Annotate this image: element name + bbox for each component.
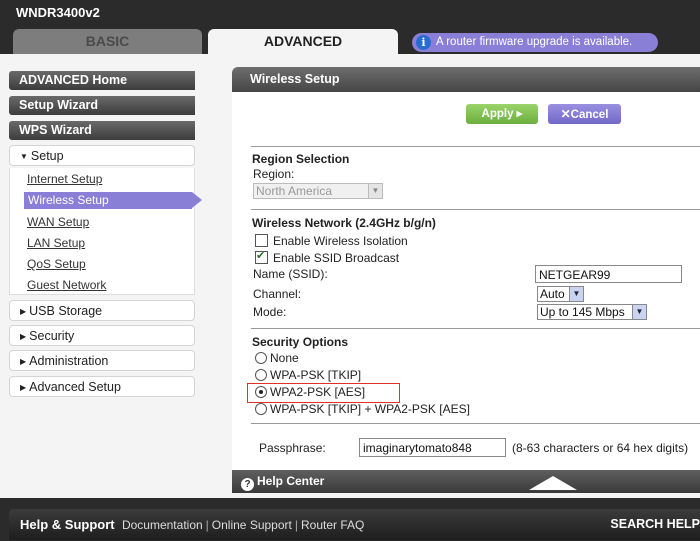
sidebar-item-label: Administration [29,354,109,368]
chevron-down-icon: ▼ [632,305,646,319]
security-radio-wpa-psk-tkip[interactable] [255,369,267,381]
passphrase-input[interactable]: imaginarytomato848 [359,438,506,457]
security-options-heading: Security Options [252,335,349,349]
divider [251,328,700,329]
ssid-label: Name (SSID): [253,267,328,281]
help-icon: ? [241,478,254,491]
divider [251,423,700,424]
mode-value: Up to 145 Mbps [540,305,625,319]
sidebar-subitem-lan-setup[interactable]: LAN Setup [27,236,85,250]
chevron-down-icon: ▼ [368,184,382,198]
region-heading: Region Selection [252,152,350,166]
sidebar-item-label: Setup [30,149,64,163]
mode-label: Mode: [253,305,287,319]
panel-title: Wireless Setup [232,67,700,92]
security-radio-wpa-wpa2-mixed[interactable] [255,403,267,415]
wireless-setup-panel: Wireless Setup Apply ▸ ✕Cancel Region Se… [232,67,700,493]
tab-basic[interactable]: BASIC [13,29,202,54]
sidebar-subitem-guest-network[interactable]: Guest Network [27,278,106,292]
expanded-triangle-icon: ▼ [20,152,28,161]
firmware-upgrade-notice[interactable]: i A router firmware upgrade is available. [412,33,658,52]
security-radio-none[interactable] [255,352,267,364]
help-center-bar[interactable]: ? Help Center [232,470,700,493]
sidebar-subitem-qos-setup[interactable]: QoS Setup [27,257,86,271]
region-label: Region: [253,167,295,181]
sidebar-item-label: Advanced Setup [29,380,121,394]
security-option-label: WPA2-PSK [AES] [270,385,366,399]
sidebar-item-administration[interactable]: ▶ Administration [9,350,195,371]
wireless-network-heading: Wireless Network (2.4GHz b/g/n) [252,216,436,230]
apply-button[interactable]: Apply ▸ [466,104,538,124]
sidebar-item-setup[interactable]: ▼ Setup [9,145,195,166]
sidebar-subitem-wireless-setup[interactable]: Wireless Setup [24,192,202,209]
router-model-name: WNDR3400v2 [16,5,100,20]
help-center-label: Help Center [257,474,325,488]
security-option-label: WPA-PSK [TKIP] + WPA2-PSK [AES] [270,402,470,416]
sidebar-item-setup-wizard[interactable]: Setup Wizard [9,96,195,115]
cancel-label: Cancel [570,109,609,121]
cancel-button[interactable]: ✕Cancel [548,104,621,124]
mode-select[interactable]: Up to 145 Mbps ▼ [537,304,647,320]
sidebar-item-advanced-setup[interactable]: ▶ Advanced Setup [9,376,195,397]
security-option-label: None [270,351,299,365]
channel-select[interactable]: Auto ▼ [537,286,584,302]
divider [251,209,700,210]
ssid-broadcast-label: Enable SSID Broadcast [273,251,400,265]
channel-value: Auto [540,287,565,301]
sidebar-item-label: USB Storage [29,304,103,318]
footer-link-router-faq[interactable]: Router FAQ [301,518,364,532]
search-help[interactable]: SEARCH HELP [610,509,700,540]
info-icon: i [416,35,431,50]
footer-bar: Help & Support Documentation | Online Supp… [9,509,700,540]
security-radio-wpa2-psk-aes[interactable] [255,386,267,398]
firmware-upgrade-text: A router firmware upgrade is available. [436,36,633,48]
sidebar-item-usb-storage[interactable]: ▶ USB Storage [9,300,195,321]
separator: | [205,518,209,532]
collapsed-triangle-icon: ▶ [20,383,27,392]
sidebar-item-advanced-home[interactable]: ADVANCED Home [9,71,195,90]
sidebar-item-security[interactable]: ▶ Security [9,325,195,346]
close-icon: ✕ [560,107,571,121]
region-select: North America ▼ [253,183,383,199]
sidebar-item-label: Security [29,329,75,343]
footer-link-online-support[interactable]: Online Support [212,518,292,532]
channel-label: Channel: [253,287,302,301]
collapsed-triangle-icon: ▶ [20,357,27,366]
wireless-isolation-checkbox[interactable] [255,234,268,247]
passphrase-label: Passphrase: [259,441,326,455]
footer-link-documentation[interactable]: Documentation [122,518,203,532]
collapsed-triangle-icon: ▶ [20,307,27,316]
ssid-input[interactable]: NETGEAR99 [535,265,682,283]
chevron-down-icon: ▼ [569,287,583,301]
separator: | [294,518,298,532]
collapsed-triangle-icon: ▶ [20,332,27,341]
region-value: North America [256,184,333,198]
divider [251,146,700,147]
passphrase-hint: (8-63 characters or 64 hex digits) [512,441,689,455]
help-support-title: Help & Support [20,517,115,532]
sidebar-subitem-wan-setup[interactable]: WAN Setup [27,215,89,229]
security-option-label: WPA-PSK [TKIP] [270,368,362,382]
ssid-broadcast-checkbox[interactable] [255,249,268,264]
sidebar-item-wps-wizard[interactable]: WPS Wizard [9,121,195,140]
wireless-isolation-label: Enable Wireless Isolation [273,234,408,248]
setup-submenu [9,168,195,295]
sidebar-subitem-internet-setup[interactable]: Internet Setup [27,172,102,186]
tab-advanced[interactable]: ADVANCED [208,29,398,54]
